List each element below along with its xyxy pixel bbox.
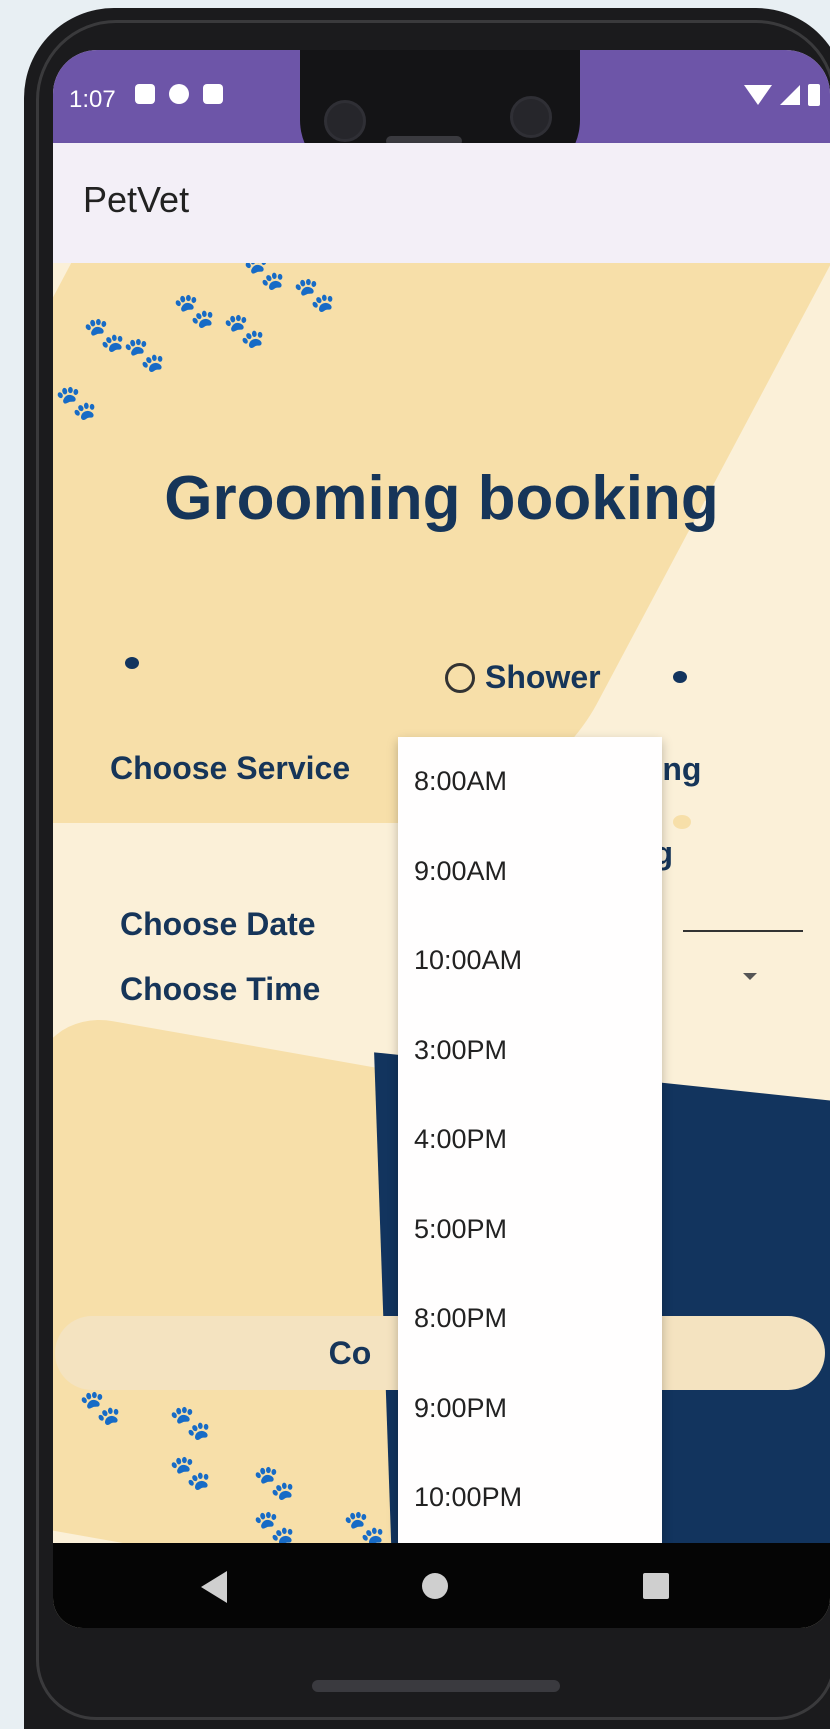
home-icon[interactable] — [422, 1573, 448, 1599]
notification-p-icon — [169, 84, 189, 104]
sd-card-icon — [203, 84, 223, 104]
phone-screen: 1:07 PetVet 🐾 🐾 🐾 🐾 🐾 🐾 🐾 🐾 🐾 🐾 🐾 🐾 🐾 Gr… — [53, 50, 830, 1628]
paw-print-icon: 🐾 — [223, 312, 266, 350]
time-option[interactable]: 3:00PM — [398, 1006, 662, 1096]
signal-icon — [780, 85, 800, 105]
paw-print-icon: 🐾 — [173, 292, 216, 330]
choose-time-label: Choose Time — [120, 971, 321, 1007]
status-notification-icons — [135, 84, 223, 104]
time-option[interactable]: 8:00PM — [398, 1274, 662, 1364]
time-spinner-arrow-icon[interactable] — [743, 973, 757, 980]
paw-print-icon: 🐾 — [293, 276, 336, 314]
date-input-field[interactable] — [683, 930, 803, 932]
front-sensor-icon — [510, 96, 552, 138]
status-time: 1:07 — [69, 86, 116, 113]
paw-print-icon: 🐾 — [253, 1509, 296, 1543]
wifi-icon — [744, 85, 772, 105]
front-camera-icon — [324, 100, 366, 142]
paw-print-icon: 🐾 — [243, 263, 286, 292]
time-option[interactable]: 10:00AM — [398, 916, 662, 1006]
service-option-label: Shower — [485, 659, 601, 695]
time-option[interactable]: 9:00AM — [398, 827, 662, 917]
paw-print-icon: 🐾 — [253, 1464, 296, 1502]
decor-dot — [673, 815, 691, 829]
back-icon[interactable] — [201, 1571, 227, 1603]
paw-print-icon: 🐾 — [123, 336, 166, 374]
time-option[interactable]: 8:00AM — [398, 737, 662, 827]
app-title: PetVet — [83, 179, 190, 220]
radio-button[interactable] — [445, 662, 475, 693]
bottom-speaker-grille — [312, 1680, 560, 1692]
service-option-shower[interactable]: Shower — [445, 659, 601, 696]
choose-date-label: Choose Date — [120, 906, 316, 942]
paw-print-icon: 🐾 — [343, 1509, 386, 1543]
recents-icon[interactable] — [643, 1573, 669, 1599]
time-option[interactable]: 5:00PM — [398, 1185, 662, 1275]
paw-print-icon: 🐾 — [169, 1404, 212, 1442]
page-title: Grooming booking — [164, 464, 719, 533]
time-option[interactable]: 9:00PM — [398, 1364, 662, 1454]
status-system-icons — [744, 84, 820, 106]
battery-icon — [808, 84, 820, 106]
app-bar: PetVet — [53, 143, 830, 263]
time-dropdown-menu[interactable]: 8:00AM 9:00AM 10:00AM 3:00PM 4:00PM 5:00… — [398, 737, 662, 1543]
paw-print-icon: 🐾 — [169, 1454, 212, 1492]
confirm-button-label: Co — [328, 1334, 372, 1371]
system-nav-bar — [53, 1543, 830, 1628]
decor-dot — [125, 657, 139, 669]
time-option[interactable]: 4:00PM — [398, 1095, 662, 1185]
notification-a-icon — [135, 84, 155, 104]
decor-dot — [673, 671, 687, 683]
time-option[interactable]: 10:00PM — [398, 1453, 662, 1543]
paw-print-icon: 🐾 — [83, 316, 126, 354]
choose-service-label: Choose Service — [110, 750, 351, 786]
paw-print-icon: 🐾 — [55, 384, 98, 422]
paw-print-icon: 🐾 — [79, 1389, 122, 1427]
